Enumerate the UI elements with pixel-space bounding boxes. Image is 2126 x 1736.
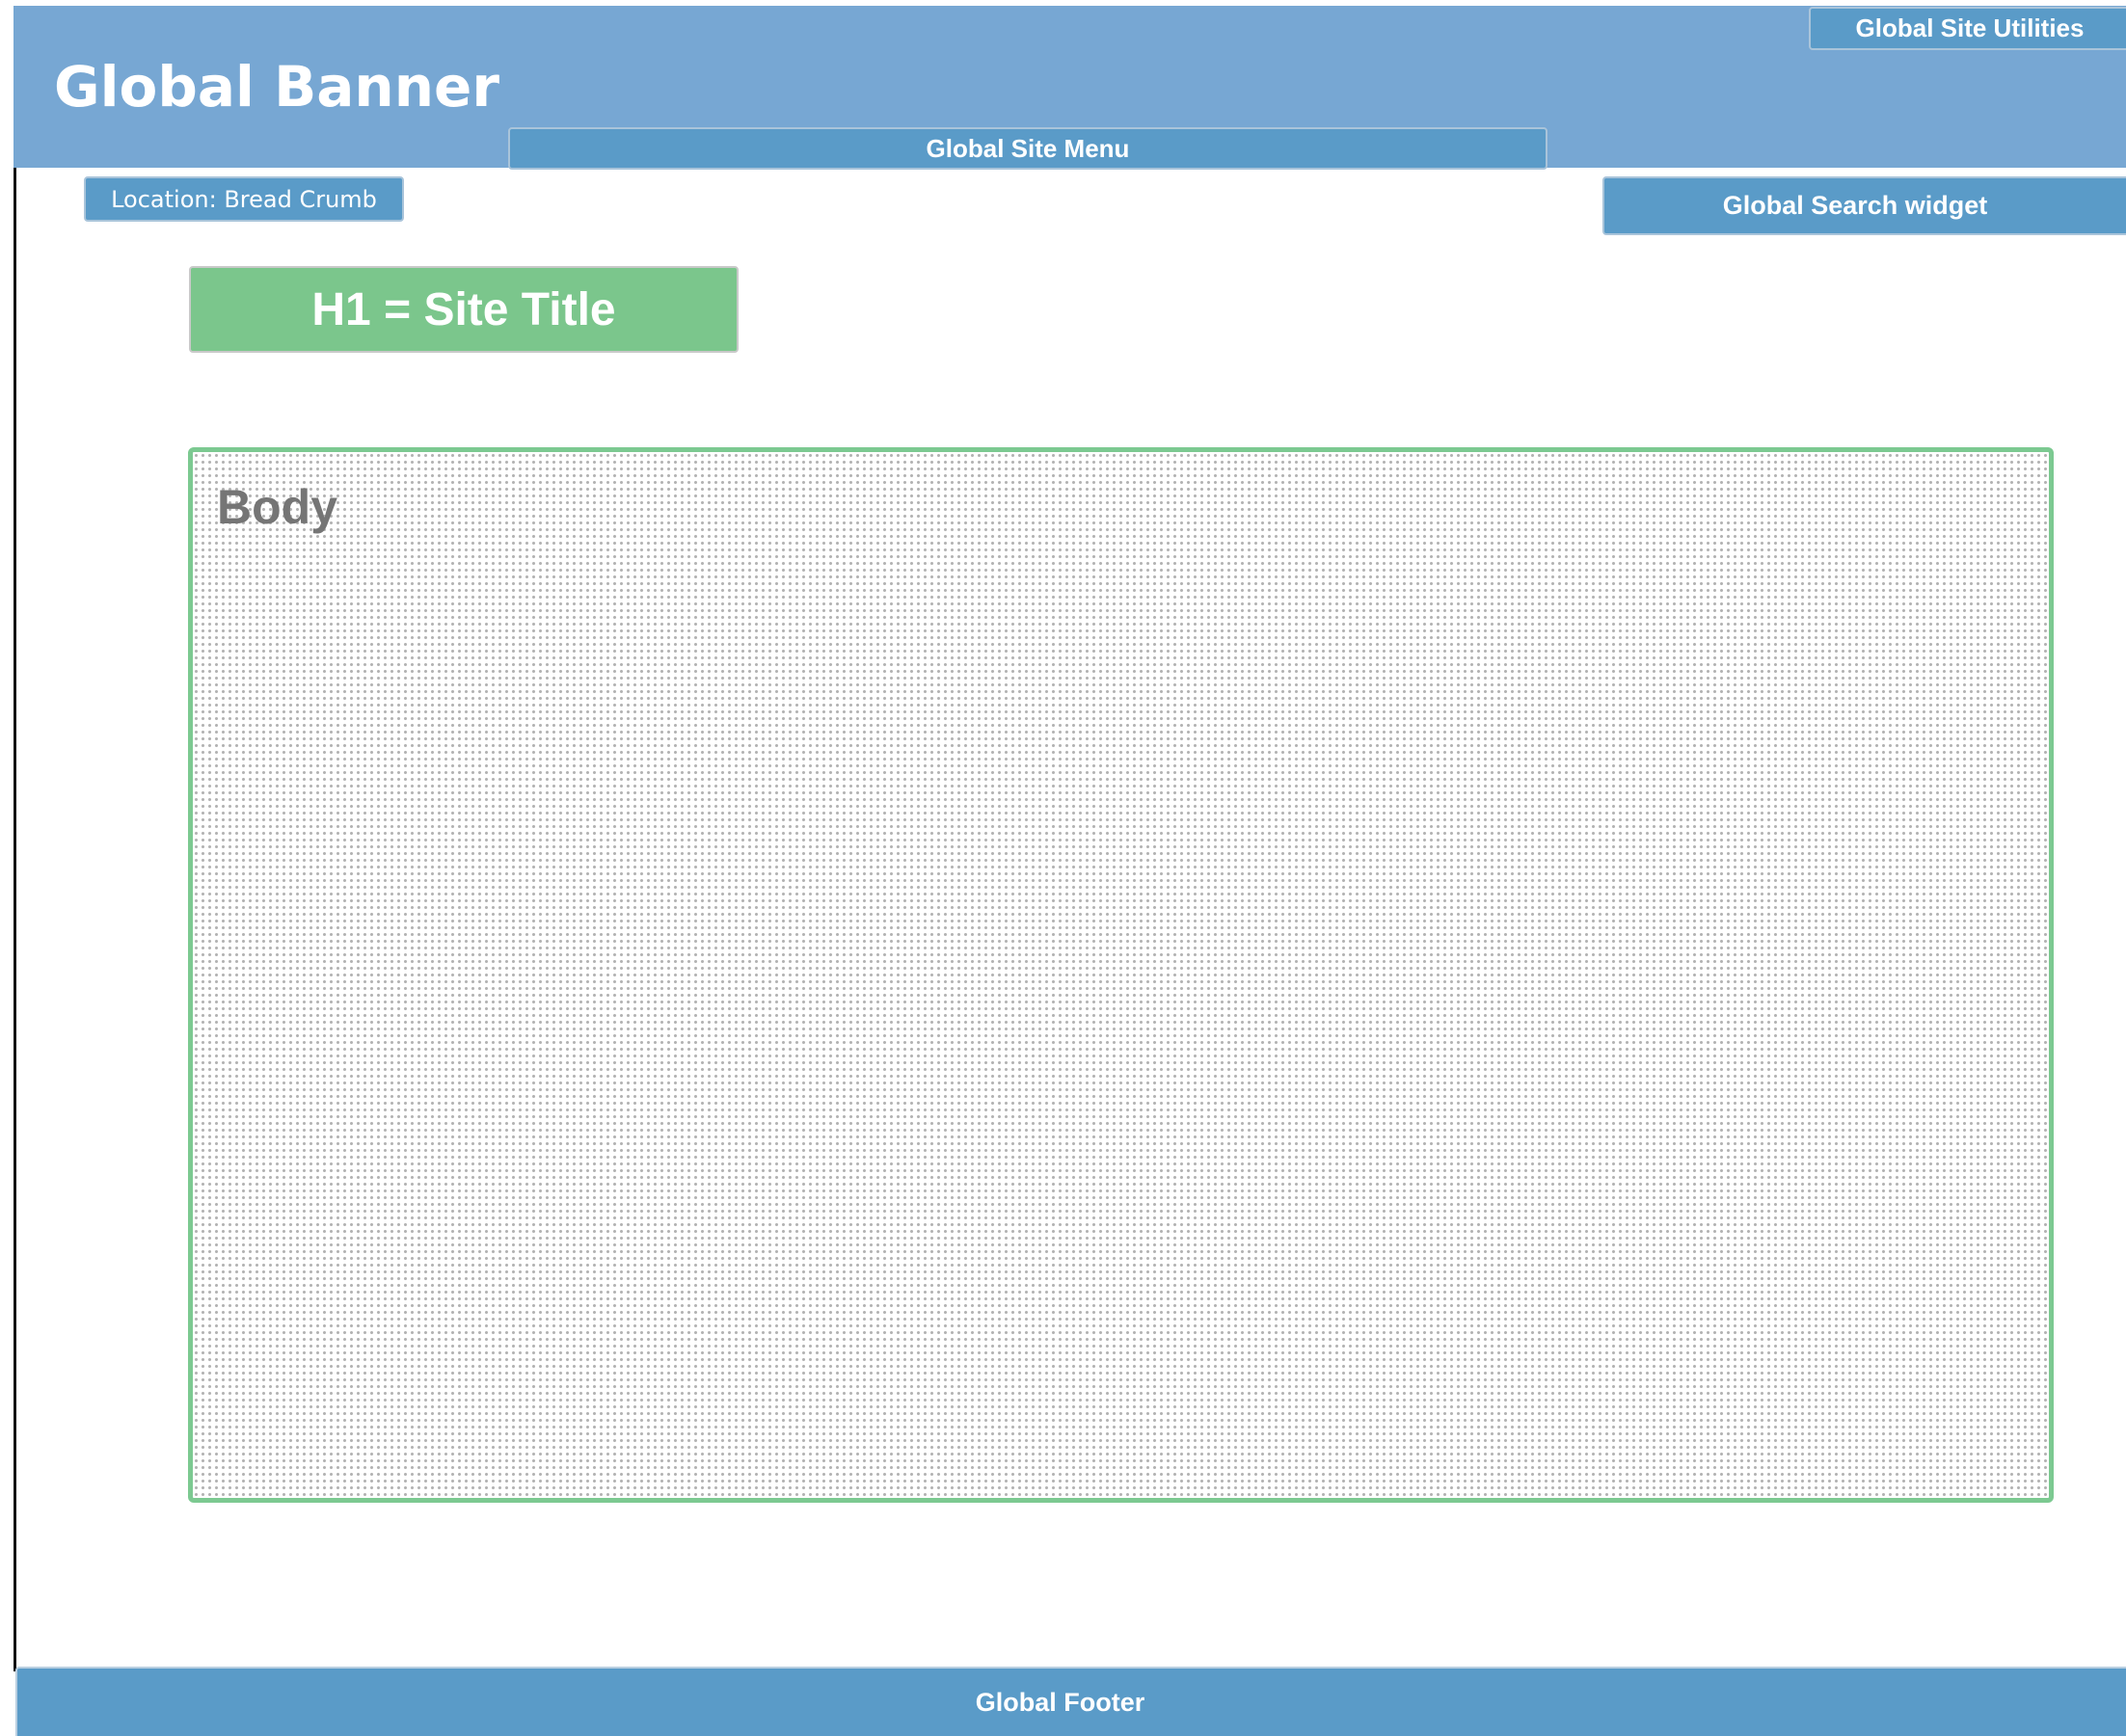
- left-edge-rule: [13, 168, 16, 1671]
- wireframe-page: Global Banner Global Site Utilities Glob…: [0, 0, 2126, 1736]
- global-site-menu[interactable]: Global Site Menu: [508, 127, 1547, 170]
- body-label: Body: [217, 480, 337, 534]
- global-site-utilities-button[interactable]: Global Site Utilities: [1809, 7, 2126, 50]
- global-footer: Global Footer: [15, 1667, 2126, 1736]
- breadcrumb[interactable]: Location: Bread Crumb: [84, 176, 404, 222]
- body-content-area: Body: [188, 447, 2054, 1503]
- banner-title: Global Banner: [54, 54, 499, 120]
- site-title: H1 = Site Title: [189, 266, 739, 353]
- global-search-widget[interactable]: Global Search widget: [1602, 176, 2126, 235]
